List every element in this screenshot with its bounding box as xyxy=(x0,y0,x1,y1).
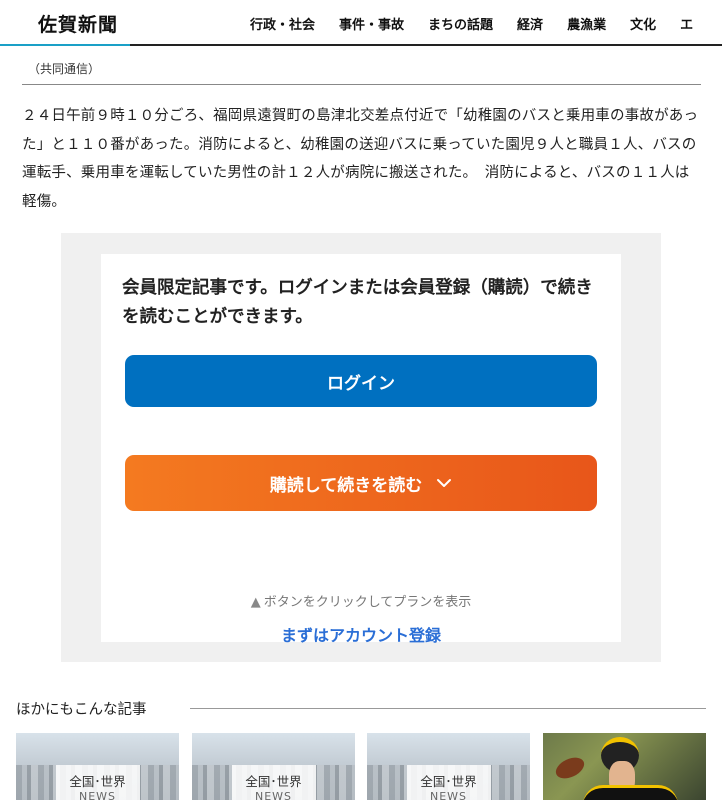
nav-item-nogyogyo[interactable]: 農漁業 xyxy=(567,14,606,33)
header-accent-line xyxy=(0,44,130,46)
category-label: 全国･世界 xyxy=(420,774,477,789)
subscribe-button-label: 購読して続きを読む xyxy=(269,475,423,496)
related-article-card[interactable]: 全国･世界 NEWS xyxy=(367,733,530,800)
related-article-card-photo[interactable] xyxy=(543,733,706,800)
related-divider xyxy=(190,708,706,709)
category-badge: 全国･世界 NEWS xyxy=(406,765,491,800)
site-header: 佐賀新聞 行政・社会 事件・事故 まちの話題 経済 農漁業 文化 エ xyxy=(0,0,722,46)
nav-item-keizai[interactable]: 経済 xyxy=(517,14,543,33)
plan-hint-text: ボタンをクリックしてプランを表示 xyxy=(263,595,472,610)
nav-item-gyosei[interactable]: 行政・社会 xyxy=(250,14,315,33)
related-article-card[interactable]: 全国･世界 NEWS xyxy=(16,733,179,800)
paywall-message: 会員限定記事です。ログインまたは会員登録（購読）で続きを読むことができます。 xyxy=(122,278,593,327)
category-badge: 全国･世界 NEWS xyxy=(55,765,140,800)
category-tag: NEWS xyxy=(429,790,468,800)
nav-item-machi[interactable]: まちの話題 xyxy=(428,14,493,33)
main-nav: 行政・社会 事件・事故 まちの話題 経済 農漁業 文化 エ xyxy=(250,14,717,33)
player-jersey-image xyxy=(583,785,678,800)
category-label: 全国･世界 xyxy=(245,774,302,789)
article-source: （共同通信） xyxy=(28,62,101,76)
category-tag: NEWS xyxy=(254,790,293,800)
nav-item-jiken[interactable]: 事件・事故 xyxy=(339,14,404,33)
category-label: 全国･世界 xyxy=(69,774,126,789)
site-logo[interactable]: 佐賀新聞 xyxy=(38,10,118,37)
login-button[interactable]: ログイン xyxy=(125,355,597,407)
football-image xyxy=(552,753,588,783)
category-badge: 全国･世界 NEWS xyxy=(231,765,316,800)
nav-item-more[interactable]: エ xyxy=(680,14,693,33)
nav-item-bunka[interactable]: 文化 xyxy=(630,14,656,33)
article-body: ２４日午前９時１０分ごろ、福岡県遠賀町の島津北交差点付近で「幼稚園のバスと乗用車… xyxy=(22,108,699,210)
plan-hint: ▲ ボタンをクリックしてプランを表示 xyxy=(101,591,621,610)
triangle-up-icon: ▲ xyxy=(250,595,261,610)
divider xyxy=(22,84,701,85)
login-button-label: ログイン xyxy=(327,373,395,394)
chevron-down-icon xyxy=(437,479,452,487)
related-articles-list: 全国･世界 NEWS 全国･世界 NEWS 全国･世界 NEWS xyxy=(16,733,716,800)
subscribe-button[interactable]: 購読して続きを読む xyxy=(125,455,597,511)
register-account-link[interactable]: まずはアカウント登録 xyxy=(101,622,621,646)
category-tag: NEWS xyxy=(78,790,117,800)
related-articles-heading: ほかにもこんな記事 xyxy=(16,702,147,718)
related-article-card[interactable]: 全国･世界 NEWS xyxy=(192,733,355,800)
